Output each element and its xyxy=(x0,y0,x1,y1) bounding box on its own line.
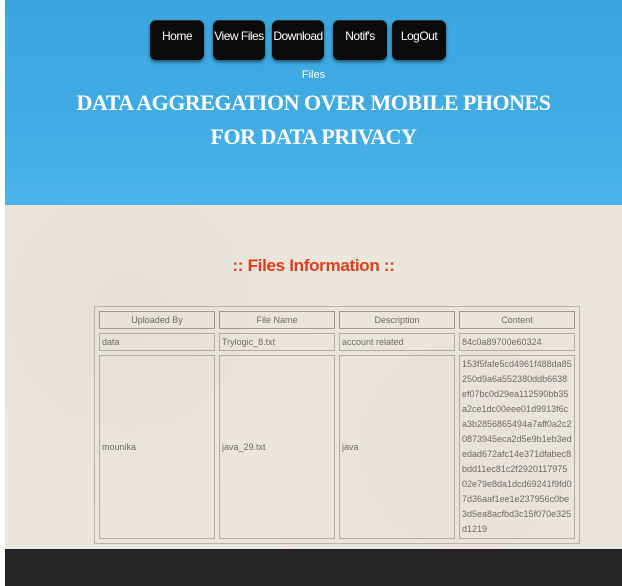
main-content: :: Files Information :: Uploaded By File… xyxy=(5,205,622,549)
section-heading: :: Files Information :: xyxy=(232,256,395,275)
page: Home View Files Download Notif's LogOut … xyxy=(5,0,622,586)
footer-bar xyxy=(5,549,622,586)
logout-button[interactable]: LogOut xyxy=(392,20,446,60)
home-button[interactable]: Home xyxy=(150,20,204,60)
download-button-label: Download xyxy=(273,29,323,43)
cell-description: account related xyxy=(339,333,455,351)
view-files-button-label: View Files xyxy=(214,29,264,43)
download-button[interactable]: Download xyxy=(272,20,324,60)
cell-description: java xyxy=(339,355,455,539)
column-header-uploaded-by: Uploaded By xyxy=(99,311,215,329)
logout-button-label: LogOut xyxy=(400,29,438,43)
table-row: mounika java_29.txt java 153f5fafe5cd496… xyxy=(99,355,575,539)
cell-uploaded-by: data xyxy=(99,333,215,351)
cell-uploaded-by: mounika xyxy=(99,355,215,539)
column-header-content: Content xyxy=(459,311,575,329)
column-header-description: Description xyxy=(339,311,455,329)
table-header-row: Uploaded By File Name Description Conten… xyxy=(99,311,575,329)
notifs-button-label: Notif's xyxy=(345,29,375,43)
home-button-label: Home xyxy=(161,29,193,43)
header-banner: Home View Files Download Notif's LogOut … xyxy=(5,0,622,205)
cell-file-name: Trylogic_8.txt xyxy=(219,333,335,351)
column-header-file-name: File Name xyxy=(219,311,335,329)
cell-file-name: java_29.txt xyxy=(219,355,335,539)
view-files-button[interactable]: View Files xyxy=(213,20,265,60)
main-nav: Home View Files Download Notif's LogOut xyxy=(5,20,622,60)
files-table: Uploaded By File Name Description Conten… xyxy=(94,306,580,544)
cell-content: 153f5fafe5cd4961f488da85250d9a6a552380dd… xyxy=(459,355,575,539)
site-title: DATA AGGREGATION OVER MOBILE PHONES FOR … xyxy=(76,90,551,149)
notifs-button[interactable]: Notif's xyxy=(333,20,387,60)
cell-content: 84c0a89700e60324 xyxy=(459,333,575,351)
table-row: data Trylogic_8.txt account related 84c0… xyxy=(99,333,575,351)
page-subtitle: Files xyxy=(301,69,326,81)
